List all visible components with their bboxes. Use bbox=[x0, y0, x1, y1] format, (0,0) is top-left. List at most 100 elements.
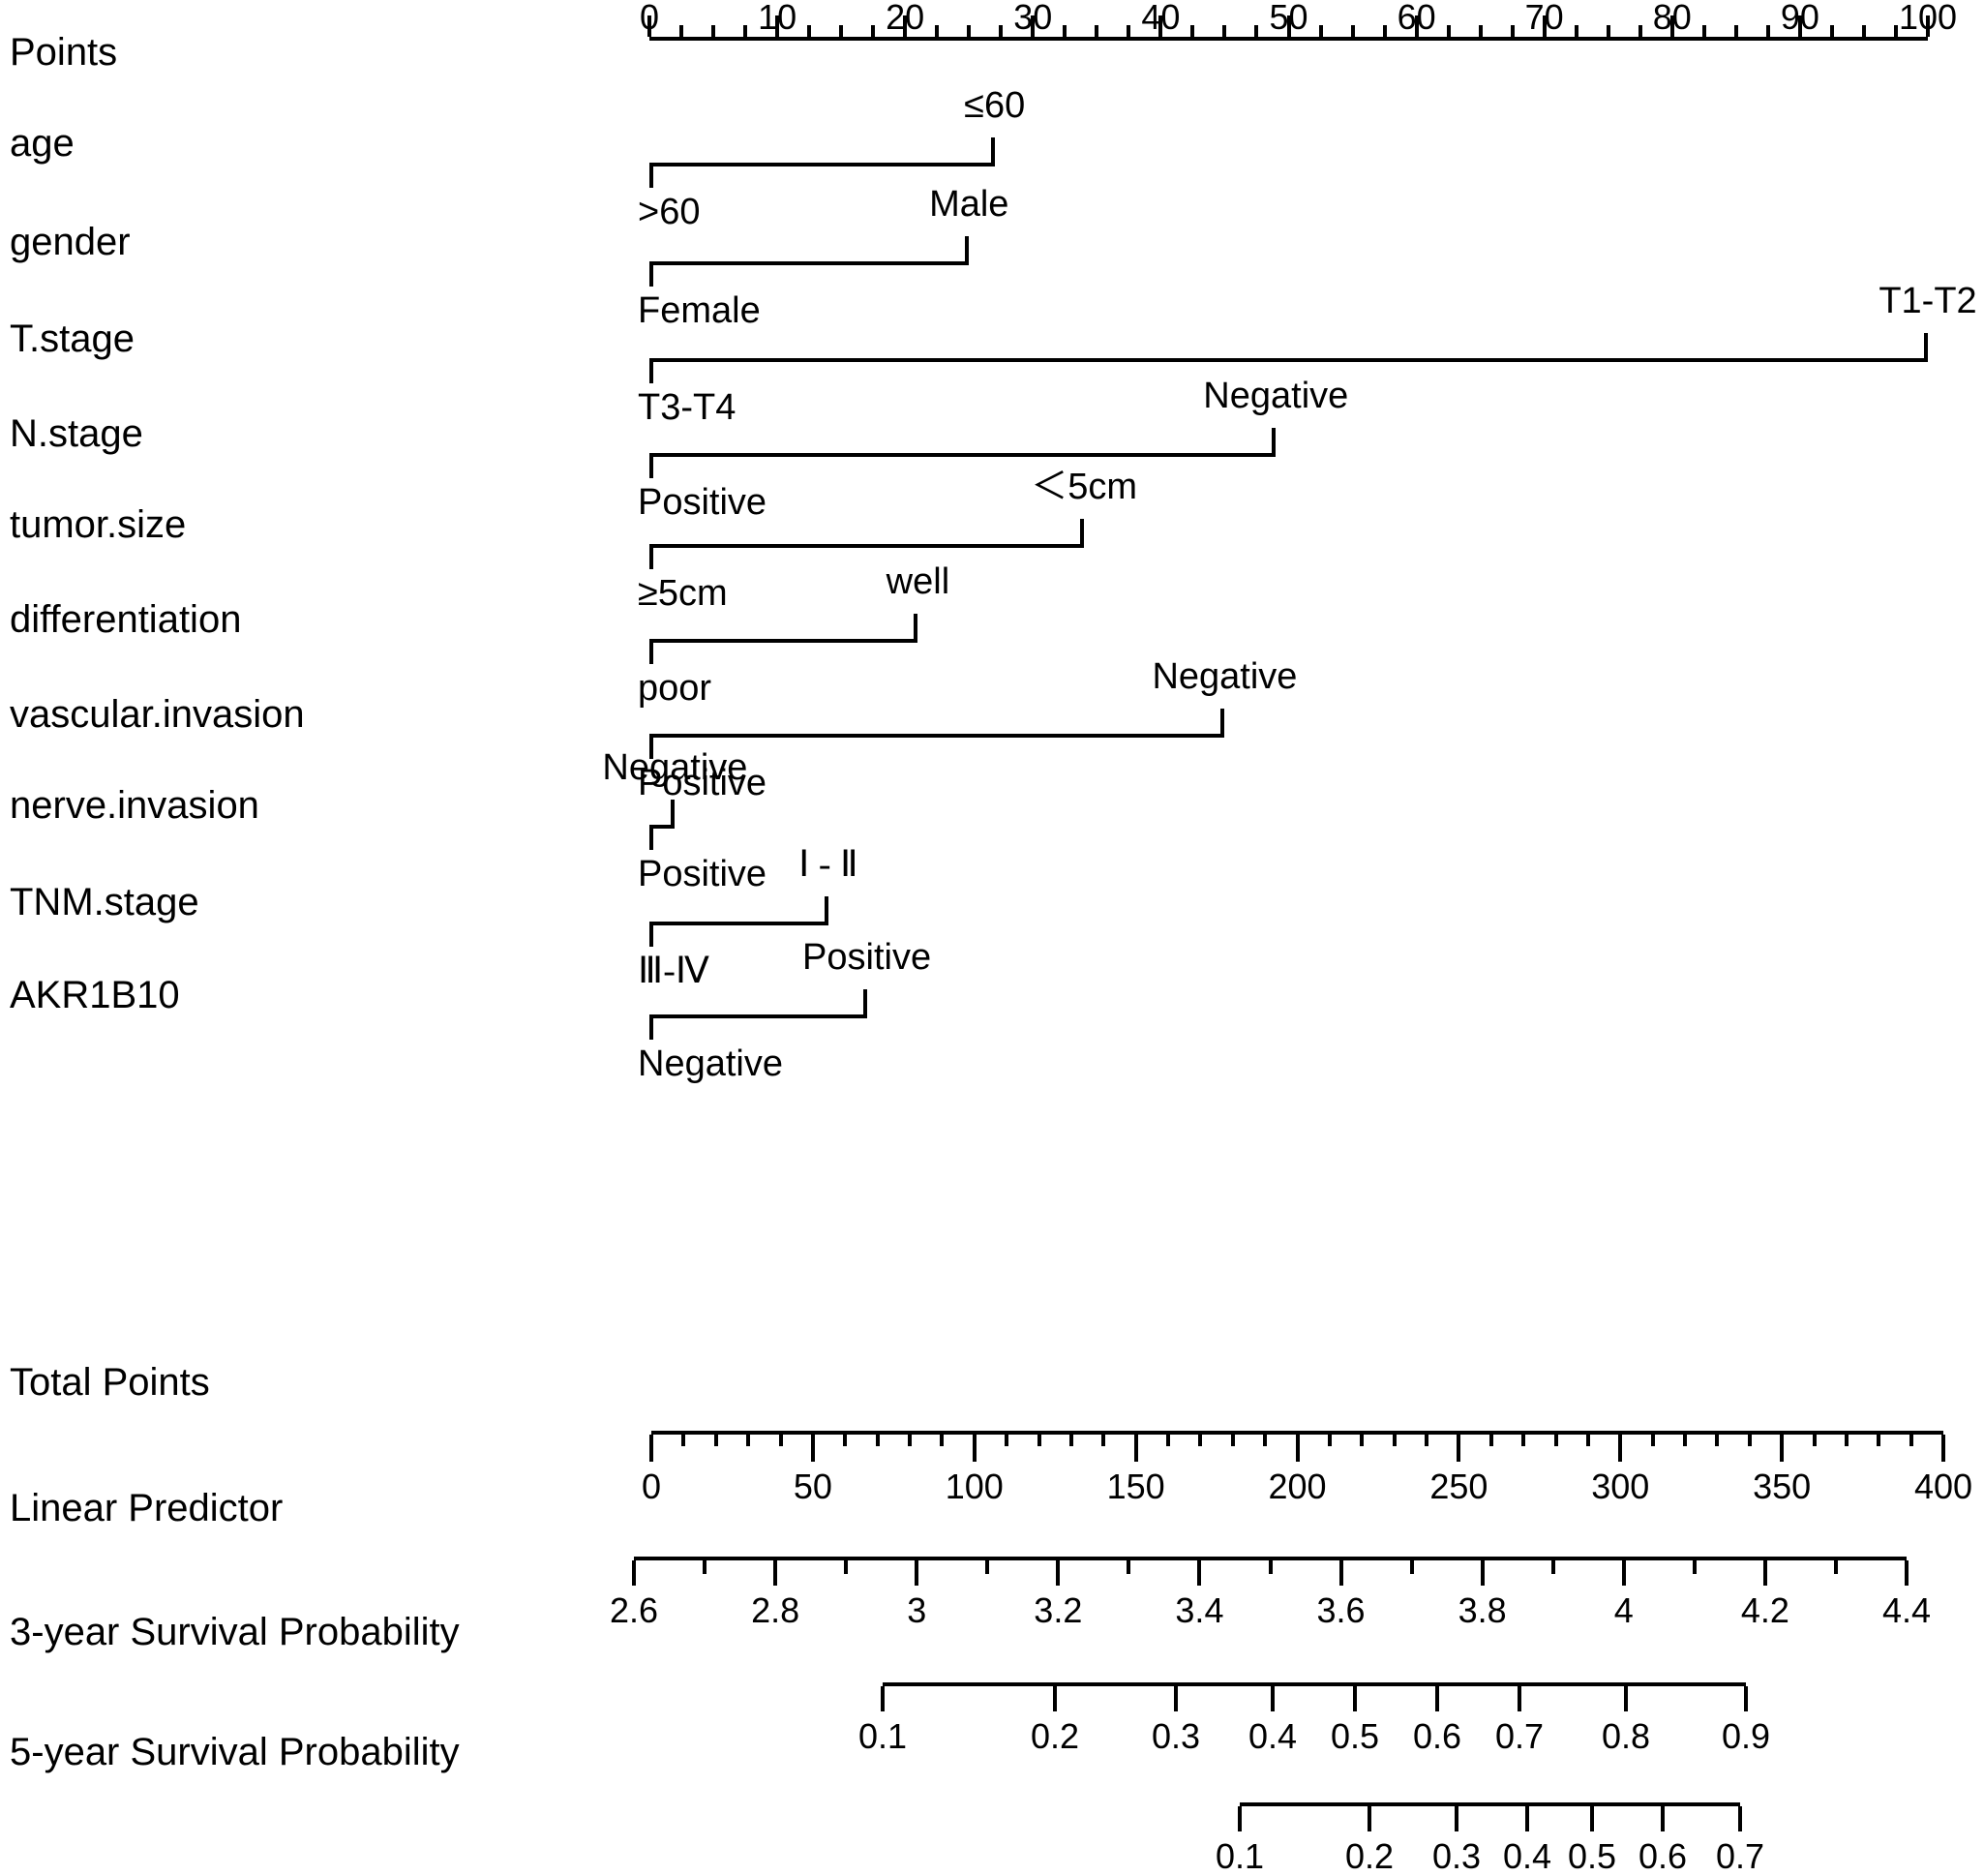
predictor-bar-T.stage bbox=[649, 358, 1928, 362]
total-points-tick-label: 350 bbox=[1753, 1467, 1812, 1506]
total-points-minor-tick bbox=[1812, 1435, 1817, 1446]
linear-predictor-tick-label: 3.4 bbox=[1175, 1590, 1224, 1630]
points-axis-minor-tick bbox=[1382, 25, 1387, 37]
survival-tick-0-2 bbox=[1174, 1686, 1178, 1711]
predictor-bar-cap-right-T.stage bbox=[1924, 333, 1928, 362]
predictor-level-label-TNM.stage-high: Ⅰ - Ⅱ bbox=[798, 844, 858, 885]
linear-predictor-tick-label: 3.2 bbox=[1034, 1590, 1083, 1630]
predictor-row-label-nerve.invasion: nerve.invasion bbox=[10, 784, 259, 827]
total-points-minor-tick bbox=[1037, 1435, 1041, 1446]
predictor-row-label-T.stage: T.stage bbox=[10, 318, 135, 360]
points-axis-tick-label: 90 bbox=[1780, 0, 1819, 37]
survival-tick-1-5 bbox=[1661, 1806, 1665, 1831]
predictor-level-label-tumor.size-low: ≥5cm bbox=[638, 573, 728, 614]
total-points-tick-label: 0 bbox=[641, 1467, 662, 1506]
predictor-bar-cap-right-AKR1B10 bbox=[862, 989, 867, 1018]
points-axis-minor-tick bbox=[1222, 25, 1227, 37]
survival-tick-1-2 bbox=[1455, 1806, 1458, 1831]
survival-tick-label-0-7: 0.8 bbox=[1601, 1716, 1651, 1756]
linear-predictor-tick-label: 4.4 bbox=[1881, 1590, 1932, 1630]
linear-predictor-major-tick bbox=[915, 1560, 919, 1586]
points-axis-row-label: Points bbox=[10, 31, 118, 74]
points-axis-tick-label: 10 bbox=[758, 0, 797, 37]
total-points-minor-tick bbox=[1360, 1435, 1365, 1446]
linear-predictor-minor-tick bbox=[985, 1560, 990, 1574]
predictor-level-label-TNM.stage-low: Ⅲ-Ⅳ bbox=[638, 951, 709, 991]
total-points-major-tick bbox=[1133, 1435, 1138, 1462]
total-points-minor-tick bbox=[1425, 1435, 1428, 1446]
total-points-major-tick bbox=[649, 1435, 653, 1462]
points-axis-tick-label: 60 bbox=[1397, 0, 1436, 37]
total-points-minor-tick bbox=[1230, 1435, 1235, 1446]
linear-predictor-row-label: Linear Predictor bbox=[10, 1487, 284, 1529]
predictor-row-label-gender: gender bbox=[10, 221, 131, 263]
predictor-bar-cap-left-tumor.size bbox=[649, 544, 653, 569]
total-points-minor-tick bbox=[1585, 1435, 1590, 1446]
total-points-tick-label: 300 bbox=[1591, 1467, 1650, 1506]
total-points-row-label: Total Points bbox=[10, 1361, 210, 1404]
total-points-tick-label: 400 bbox=[1913, 1467, 1973, 1506]
survival-tick-label-0-5: 0.6 bbox=[1412, 1716, 1462, 1756]
nomogram-figure: Points 0 10 20 30 40 50 60 70 80 90 100 age >60 ≤60 gen… bbox=[0, 0, 1984, 1874]
predictor-level-label-differentiation-low: poor bbox=[638, 668, 712, 709]
linear-predictor-major-tick bbox=[1197, 1560, 1202, 1586]
linear-predictor-minor-tick bbox=[1409, 1560, 1414, 1574]
points-axis-minor-tick bbox=[1510, 25, 1515, 37]
survival-tick-0-4 bbox=[1353, 1686, 1357, 1711]
linear-predictor-tick-label: 2.6 bbox=[609, 1590, 659, 1630]
predictor-level-label-T.stage-low: T3-T4 bbox=[638, 387, 736, 428]
points-axis-minor-tick bbox=[1095, 25, 1099, 37]
total-points-minor-tick bbox=[1392, 1435, 1397, 1446]
survival-tick-label-1-6: 0.7 bbox=[1715, 1836, 1765, 1876]
predictor-bar-cap-left-AKR1B10 bbox=[649, 1014, 653, 1040]
predictor-bar-N.stage bbox=[649, 453, 1277, 457]
total-points-major-tick bbox=[810, 1435, 815, 1462]
predictor-bar-differentiation bbox=[649, 639, 918, 643]
points-axis-minor-tick bbox=[1127, 25, 1131, 37]
points-axis-minor-tick bbox=[1350, 25, 1355, 37]
predictor-row-label-N.stage: N.stage bbox=[10, 412, 143, 455]
survival-tick-label-1-0: 0.1 bbox=[1215, 1836, 1265, 1876]
predictor-bar-vascular.invasion bbox=[649, 734, 1225, 738]
points-axis-minor-tick bbox=[1861, 25, 1866, 37]
points-axis-minor-tick bbox=[1254, 25, 1259, 37]
survival-tick-label-1-2: 0.3 bbox=[1431, 1836, 1482, 1876]
survival-tick-0-6 bbox=[1518, 1686, 1521, 1711]
total-points-minor-tick bbox=[1553, 1435, 1558, 1446]
survival-tick-label-0-6: 0.7 bbox=[1494, 1716, 1545, 1756]
total-points-minor-tick bbox=[1068, 1435, 1073, 1446]
total-points-minor-tick bbox=[778, 1435, 783, 1446]
predictor-bar-TNM.stage bbox=[649, 922, 828, 925]
total-points-major-tick bbox=[1780, 1435, 1785, 1462]
predictor-bar-cap-right-differentiation bbox=[914, 614, 918, 643]
predictor-level-label-gender-low: Female bbox=[638, 290, 761, 331]
linear-predictor-minor-tick bbox=[1127, 1560, 1131, 1574]
survival-tick-1-4 bbox=[1590, 1806, 1594, 1831]
points-axis-minor-tick bbox=[839, 25, 844, 37]
linear-predictor-major-tick bbox=[632, 1560, 636, 1586]
survival-tick-label-1-1: 0.2 bbox=[1344, 1836, 1395, 1876]
predictor-bar-cap-right-age bbox=[990, 137, 995, 166]
total-points-minor-tick bbox=[681, 1435, 686, 1446]
predictor-bar-age bbox=[649, 163, 995, 166]
total-points-minor-tick bbox=[1198, 1435, 1203, 1446]
linear-predictor-minor-tick bbox=[1692, 1560, 1697, 1574]
points-axis-tick-label: 100 bbox=[1898, 0, 1958, 37]
points-axis-minor-tick bbox=[1318, 25, 1323, 37]
linear-predictor-tick-label: 3 bbox=[907, 1590, 927, 1630]
total-points-minor-tick bbox=[1327, 1435, 1332, 1446]
total-points-tick-label: 200 bbox=[1268, 1467, 1327, 1506]
survival-tick-0-5 bbox=[1435, 1686, 1439, 1711]
points-axis-minor-tick bbox=[1478, 25, 1483, 37]
total-points-major-tick bbox=[1618, 1435, 1623, 1462]
predictor-row-label-differentiation: differentiation bbox=[10, 598, 242, 641]
points-axis-tick-label: 40 bbox=[1141, 0, 1181, 37]
survival-tick-label-0-0: 0.1 bbox=[857, 1716, 908, 1756]
points-axis-minor-tick bbox=[871, 25, 876, 37]
total-points-minor-tick bbox=[1488, 1435, 1493, 1446]
predictor-level-label-N.stage-high: Negative bbox=[1203, 376, 1349, 416]
predictor-bar-cap-left-age bbox=[649, 163, 653, 188]
total-points-minor-tick bbox=[1715, 1435, 1720, 1446]
total-points-minor-tick bbox=[1683, 1435, 1687, 1446]
survival-tick-label-0-8: 0.9 bbox=[1721, 1716, 1771, 1756]
